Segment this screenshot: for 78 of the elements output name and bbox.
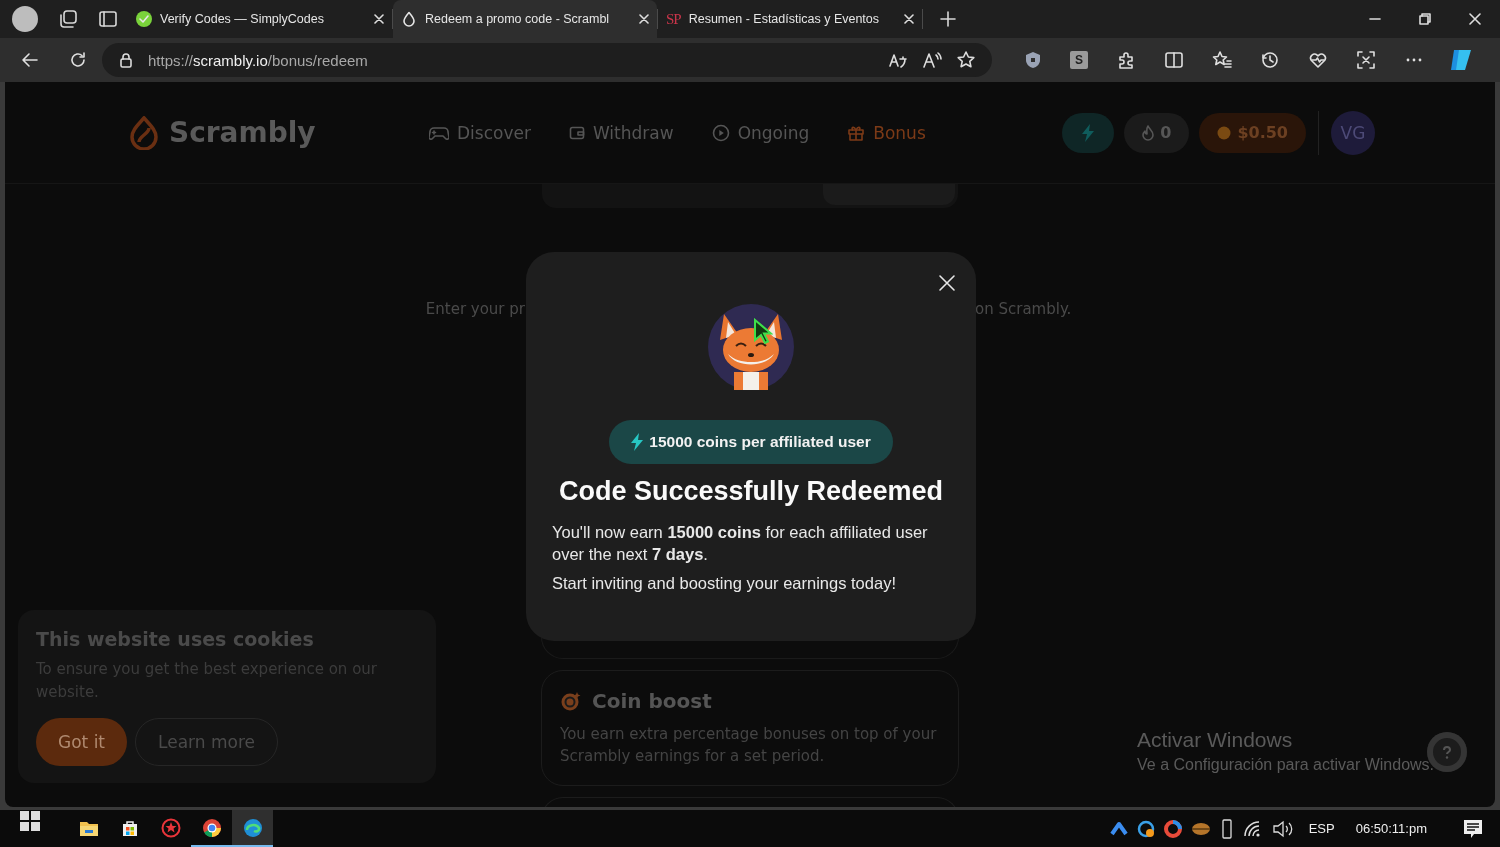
favorites-icon[interactable] <box>1212 50 1232 70</box>
tab-actions-icon[interactable] <box>98 9 118 29</box>
streak-counter[interactable]: 0 <box>1124 112 1190 153</box>
shield-icon[interactable] <box>1024 51 1042 69</box>
dialog-note: Start inviting and boosting your earnings today! <box>552 574 897 593</box>
star-badge-app-icon <box>160 817 181 838</box>
workspaces-icon[interactable] <box>58 9 78 29</box>
history-icon[interactable] <box>1260 50 1280 70</box>
browser-tab[interactable]: SP Resumen - Estadísticas y Eventos <box>658 0 922 38</box>
chrome-icon <box>201 817 222 838</box>
split-screen-icon[interactable] <box>1164 50 1184 70</box>
address-bar[interactable]: https://scrambly.io/bonus/redeem <box>102 43 992 77</box>
close-icon[interactable] <box>639 14 649 24</box>
dialog-title: Code Successfully Redeemed <box>558 476 944 507</box>
drop-logo-icon <box>401 11 417 27</box>
new-tab-icon[interactable] <box>939 10 957 28</box>
coin-boost-icon <box>560 690 582 712</box>
user-avatar[interactable]: VG <box>1331 110 1375 155</box>
lock-icon <box>118 52 134 68</box>
nav-link[interactable]: Discover <box>429 122 531 143</box>
screenshot-icon[interactable] <box>1356 50 1376 70</box>
sync-app-icon[interactable] <box>1136 819 1155 838</box>
store-bag-icon <box>120 818 139 837</box>
heart-pulse-icon[interactable] <box>1308 50 1328 70</box>
reload-icon[interactable] <box>68 50 88 70</box>
chevron-up-icon[interactable] <box>1109 819 1128 838</box>
color-circle-app-icon[interactable] <box>1163 819 1182 838</box>
intro-text: Enter your pr <box>425 300 525 318</box>
card-title: Coin boost <box>592 689 712 713</box>
input-language[interactable]: ESP <box>1308 821 1335 836</box>
edge-icon <box>242 817 263 838</box>
read-aloud-icon[interactable] <box>922 51 942 69</box>
cookie-button[interactable]: Got it <box>36 718 128 766</box>
usb-drive-icon[interactable] <box>1219 818 1234 839</box>
gamepad-icon <box>429 124 449 141</box>
boost-button[interactable] <box>1062 112 1115 153</box>
taskbar-app[interactable] <box>232 810 273 847</box>
close-icon <box>938 274 956 292</box>
activation-text: Ve a Configuración para activar Windows. <box>1137 756 1435 774</box>
translate-icon[interactable] <box>888 51 908 69</box>
url-text: https://scrambly.io/bonus/redeem <box>148 51 369 69</box>
restore-icon[interactable] <box>1419 13 1431 25</box>
card-description: You earn extra percentage bonuses on top of your Scrambly earnings for a set period. <box>560 724 938 767</box>
favorite-star-icon[interactable] <box>956 50 976 70</box>
activation-title: Activar Windows <box>1137 728 1294 752</box>
close-icon[interactable] <box>374 14 384 24</box>
dialog-message: You'll now earn 15000 coins for each affiliated user over the next 7 days. <box>552 522 929 565</box>
extensions-icon[interactable] <box>1116 50 1136 70</box>
wallet-icon <box>568 124 585 141</box>
lightning-icon <box>631 433 644 451</box>
nav-link[interactable]: Bonus <box>847 122 926 143</box>
site-logo[interactable]: Scrambly <box>169 116 316 149</box>
profile-avatar[interactable] <box>12 6 38 32</box>
cursor-icon <box>753 318 773 344</box>
extension-button[interactable]: S <box>1070 51 1088 69</box>
scrambly-logo-icon <box>129 115 159 150</box>
site-favicon: SP <box>666 10 681 28</box>
coin-icon <box>1217 125 1232 140</box>
play-icon <box>711 123 730 142</box>
browser-tab[interactable]: Verify Codes — SimplyCodes <box>128 0 392 38</box>
volume-icon[interactable] <box>1271 819 1294 838</box>
browser-tab[interactable]: Redeem a promo code - Scrambl <box>393 0 657 38</box>
check-icon <box>136 11 152 27</box>
nav-link[interactable]: Withdraw <box>568 122 674 143</box>
close-icon[interactable] <box>1469 13 1481 25</box>
bowl-app-icon[interactable] <box>1190 820 1211 837</box>
close-button[interactable] <box>938 274 956 292</box>
lightning-icon <box>1082 123 1095 142</box>
clock-time[interactable]: 06:50:11:pm <box>1355 821 1427 836</box>
copilot-icon[interactable] <box>1448 47 1474 73</box>
reward-badge: 15000 coins per affiliated user <box>609 420 893 464</box>
balance-button[interactable]: $0.50 <box>1199 112 1306 153</box>
intro-text: on Scrambly. <box>975 300 1073 318</box>
nav-link[interactable]: Ongoing <box>711 122 810 143</box>
notifications-icon[interactable] <box>1462 817 1484 840</box>
fire-icon <box>1142 124 1155 141</box>
close-icon[interactable] <box>904 14 914 24</box>
back-icon[interactable] <box>20 50 40 70</box>
